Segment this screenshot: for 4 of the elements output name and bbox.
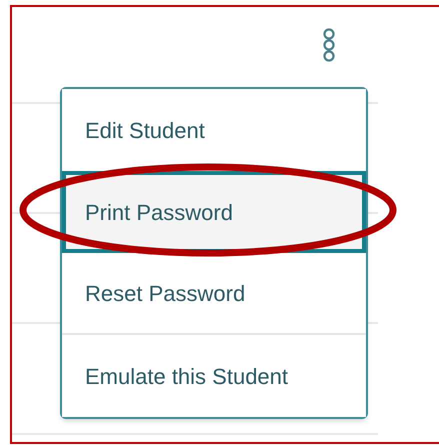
menu-item[interactable]: Reset Password	[62, 253, 366, 335]
menu-item[interactable]: Emulate this Student	[62, 335, 366, 417]
menu-item[interactable]: Edit Student	[62, 89, 366, 171]
more-options-icon[interactable]	[322, 28, 336, 62]
